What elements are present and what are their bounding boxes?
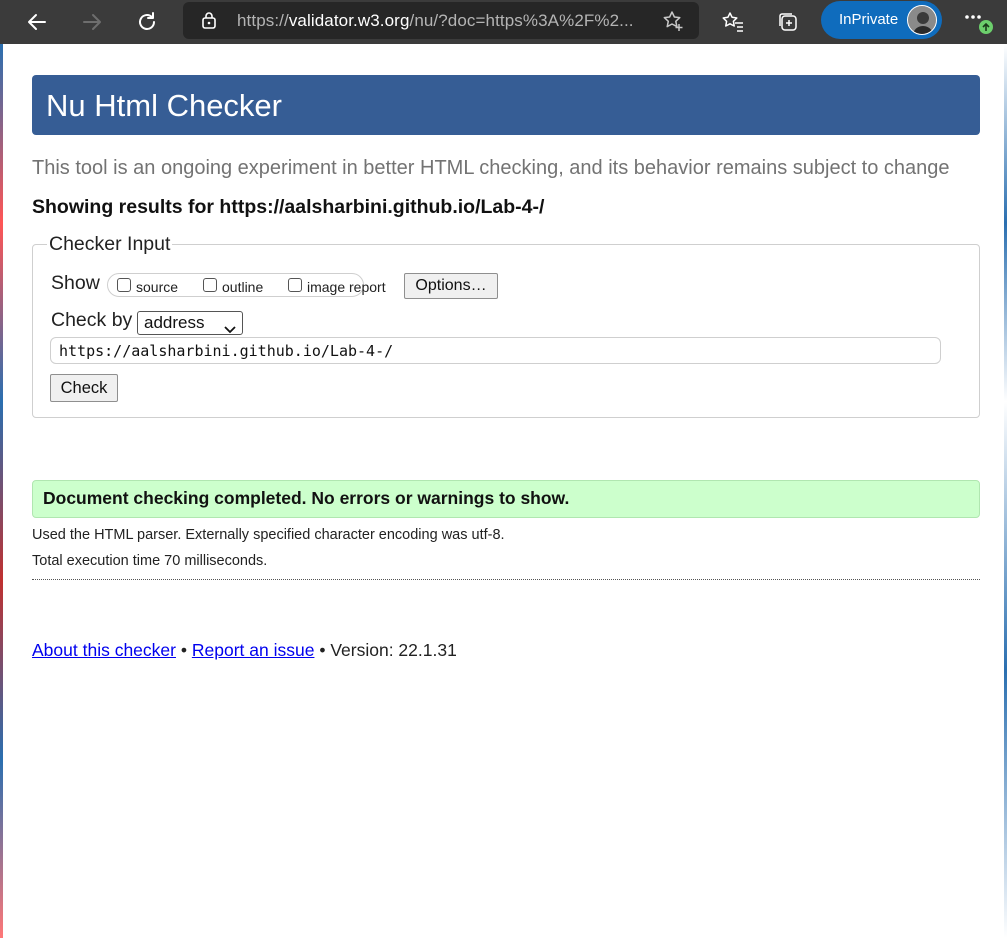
url-input[interactable]: https://aalsharbini.github.io/Lab-4-/ [50, 337, 941, 364]
browser-toolbar: https://validator.w3.org/nu/?doc=https%3… [0, 0, 1007, 44]
favorites-icon [722, 12, 743, 32]
lock-icon[interactable] [201, 11, 217, 34]
outline-checkbox-label[interactable]: outline [222, 279, 263, 295]
footer-separator: • [180, 640, 187, 660]
left-window-edge [0, 44, 3, 938]
collections-icon [779, 13, 797, 31]
refresh-button[interactable] [131, 7, 163, 37]
show-options-group: source outline image report [107, 273, 386, 297]
success-message: Document checking completed. No errors o… [32, 480, 980, 518]
divider [32, 579, 980, 580]
favorites-button[interactable] [717, 7, 749, 37]
checker-input-legend: Checker Input [47, 233, 173, 256]
check-by-value: address [144, 313, 205, 332]
address-bar[interactable]: https://validator.w3.org/nu/?doc=https%3… [183, 2, 699, 39]
header-banner: Nu Html Checker [32, 75, 980, 135]
check-by-label: Check by [51, 309, 133, 331]
chevron-down-icon [224, 319, 236, 339]
outline-checkbox[interactable] [203, 278, 217, 292]
show-label: Show [51, 272, 100, 294]
check-button[interactable]: Check [50, 374, 118, 402]
inprivate-button[interactable]: InPrivate [821, 1, 942, 39]
avatar [907, 5, 937, 35]
execution-time: Total execution time 70 milliseconds. [32, 553, 268, 569]
results-heading: Showing results for https://aalsharbini.… [32, 196, 545, 218]
inprivate-label: InPrivate [839, 11, 899, 28]
footer: About this checker • Report an issue • V… [32, 640, 457, 661]
parser-info: Used the HTML parser. Externally specifi… [32, 527, 505, 543]
url-prefix: https:// [237, 11, 289, 30]
update-available-icon [979, 20, 993, 34]
url-text[interactable]: https://validator.w3.org/nu/?doc=https%3… [237, 11, 657, 31]
refresh-icon [139, 12, 155, 30]
source-checkbox-label[interactable]: source [136, 279, 178, 295]
back-arrow-icon [28, 14, 46, 30]
back-button[interactable] [21, 7, 53, 37]
url-host: validator.w3.org [288, 11, 410, 30]
image-report-checkbox-label[interactable]: image report [307, 279, 386, 295]
page-title: Nu Html Checker [46, 88, 282, 123]
image-report-checkbox[interactable] [288, 278, 302, 292]
report-issue-link[interactable]: Report an issue [192, 640, 315, 660]
footer-separator: • [319, 640, 326, 660]
url-rest: /nu/?doc=https%3A%2F%2... [409, 11, 634, 30]
forward-button[interactable] [76, 7, 108, 37]
source-checkbox[interactable] [117, 278, 131, 292]
options-button[interactable]: Options… [404, 273, 498, 299]
version-text: Version: 22.1.31 [330, 640, 457, 660]
collections-button[interactable] [772, 7, 804, 37]
check-by-select[interactable]: address [137, 311, 243, 335]
tagline: This tool is an ongoing experiment in be… [32, 157, 950, 179]
about-checker-link[interactable]: About this checker [32, 640, 176, 660]
forward-arrow-icon [83, 14, 101, 30]
add-favorite-icon[interactable] [661, 9, 685, 38]
checker-input-fieldset: Checker Input Show source outline image … [32, 233, 980, 418]
